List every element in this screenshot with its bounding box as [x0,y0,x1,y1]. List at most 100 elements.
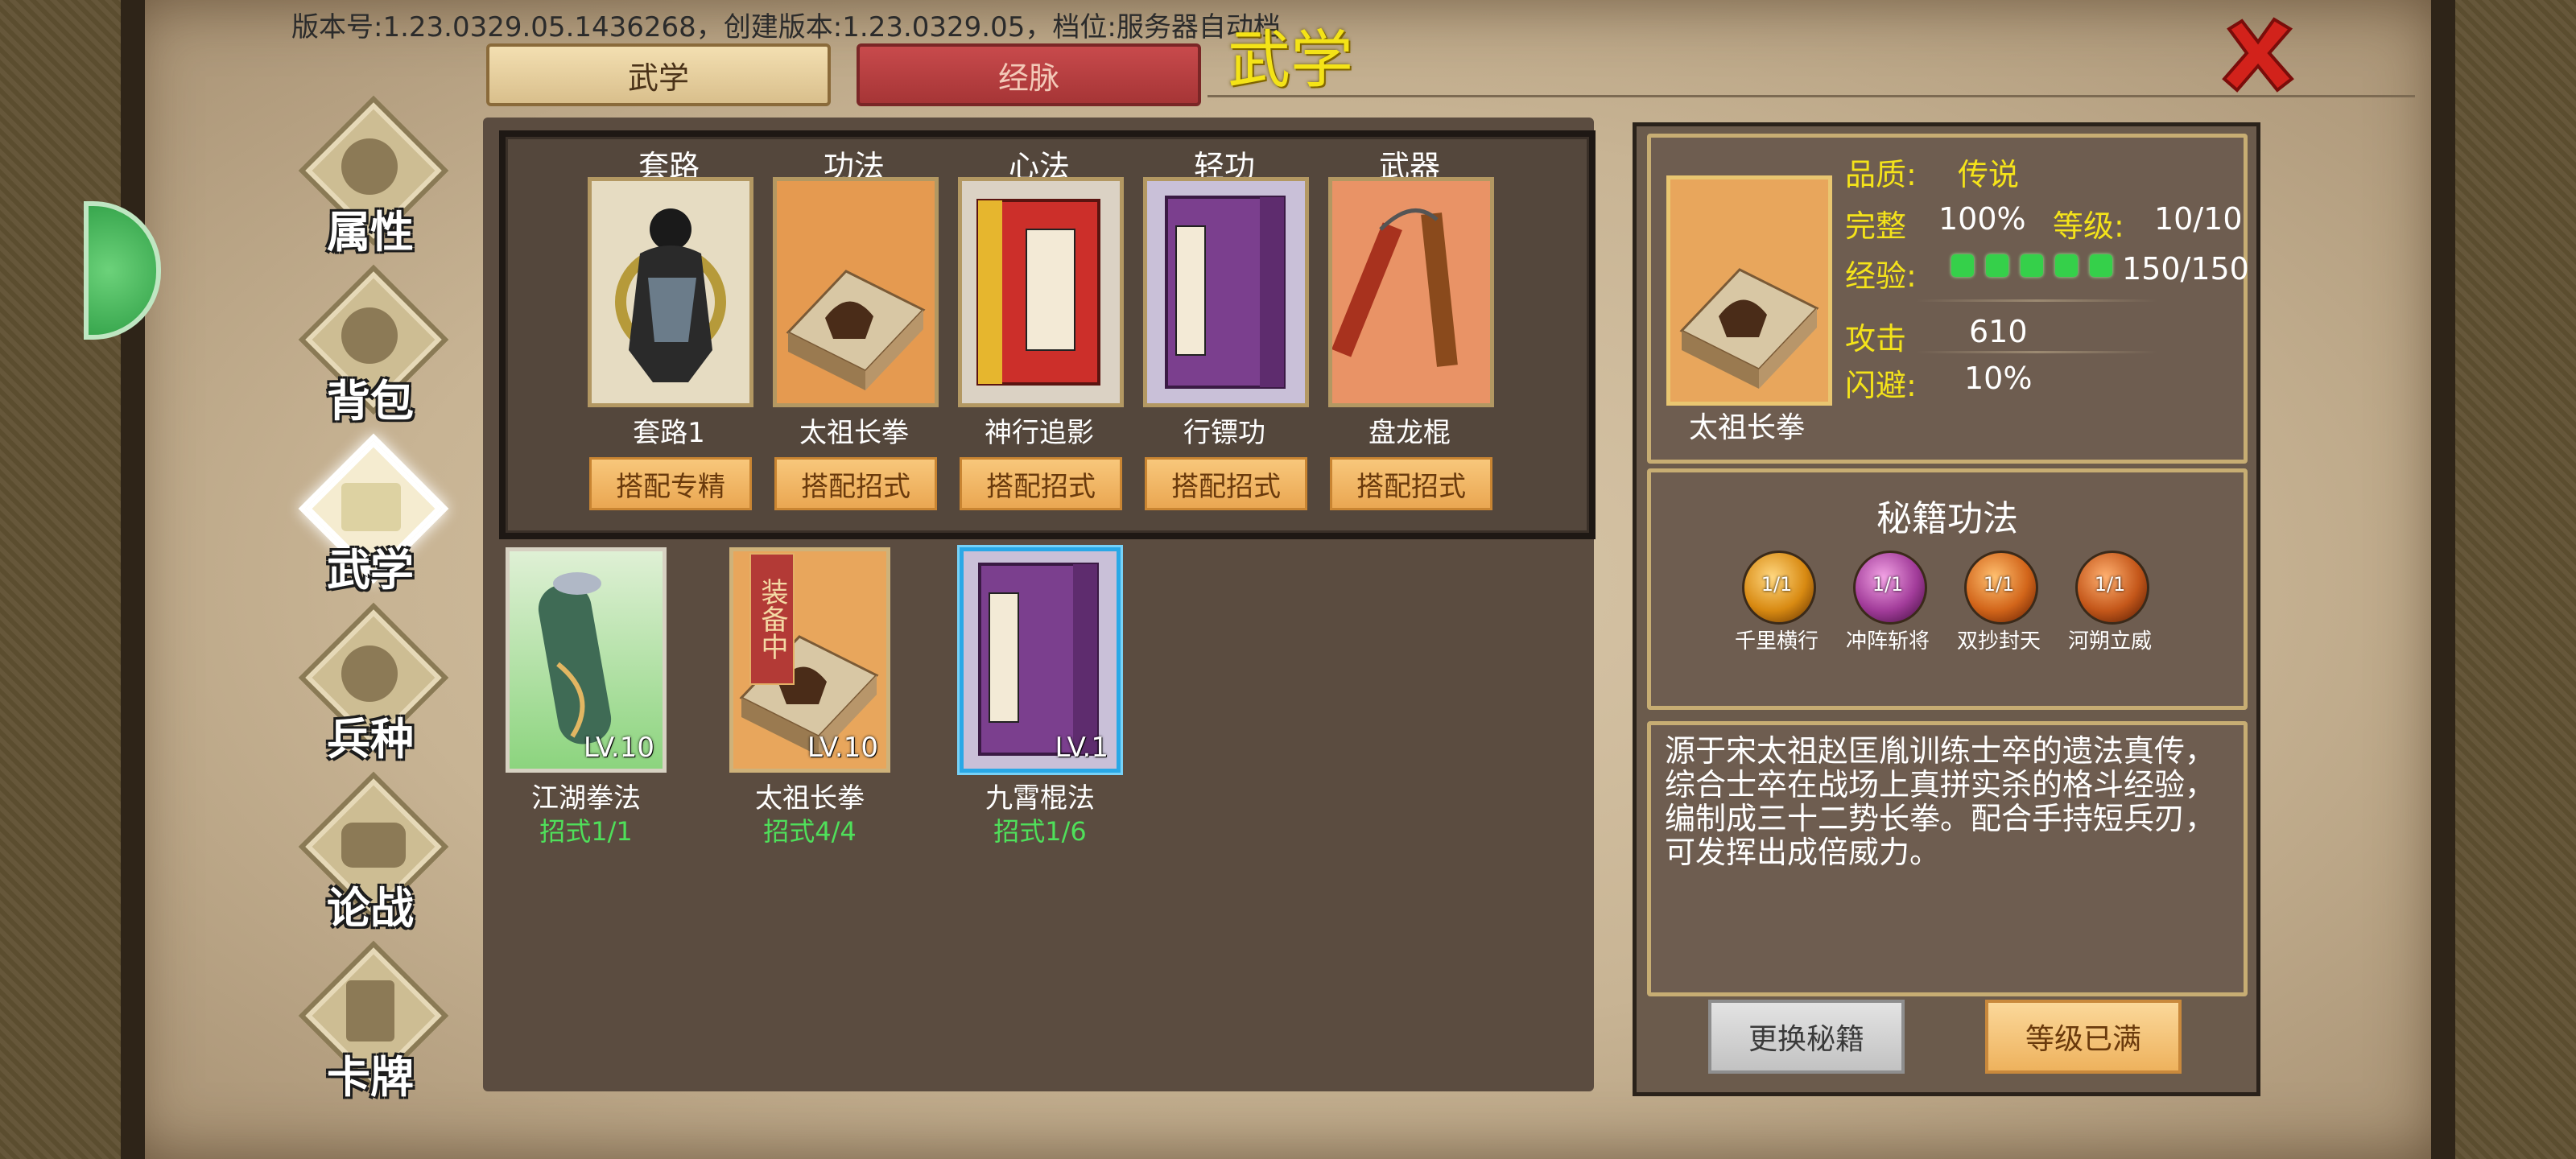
skill-name: 千里横行 [1734,629,1818,654]
inventory-level: LV.10 [807,732,878,764]
nav-label: 卡牌 [327,1052,414,1103]
inventory-moves: 招式1/6 [993,816,1087,847]
red-book-icon [962,181,1120,403]
slot-card[interactable] [1328,177,1494,407]
skill-count: 1/1 [2094,573,2126,596]
bag-icon [341,307,398,364]
inventory-card: LV.1 [960,547,1121,773]
nav-item-attributes[interactable]: 属性 [290,95,451,258]
match-moves-button[interactable]: 搭配招式 [1330,457,1492,510]
inventory-name: 九霄棍法 [985,782,1095,815]
slot-card[interactable] [588,177,753,407]
nav-label: 兵种 [327,714,414,765]
dodge-value: 10% [1964,361,2033,396]
stat-divider [1916,299,2157,302]
manual-book-icon [1679,268,1819,389]
nav-item-debate[interactable]: 论战 [290,771,451,934]
nunchaku-icon [1332,181,1490,403]
close-icon[interactable] [2218,14,2298,95]
parchment-edge-right [2431,0,2455,1159]
inventory-level: LV.1 [1055,732,1108,764]
match-moves-button[interactable]: 搭配招式 [774,457,937,510]
complete-value: 100% [1938,201,2026,237]
slot-name: 套路1 [633,417,705,449]
slot-card[interactable] [773,177,939,407]
warrior-portrait-icon [592,181,749,403]
slot-name: 神行追影 [985,417,1094,449]
secret-skill[interactable]: 1/1 河朔立威 [2058,551,2162,655]
exp-pip [2090,254,2112,277]
inventory-item[interactable]: 装备中 LV.10 太祖长拳 招式4/4 [729,547,890,853]
slot-name: 行镖功 [1183,417,1265,449]
match-moves-button[interactable]: 搭配招式 [960,457,1122,510]
exp-pip [2055,254,2078,277]
parchment-edge-left [121,0,145,1159]
attack-value: 610 [1969,314,2028,349]
version-info: 版本号:1.23.0329.05.1436268，创建版本:1.23.0329.… [291,11,1281,43]
manual-book-icon [777,181,935,403]
cards-icon [346,980,394,1041]
detail-card [1666,175,1832,406]
nav-item-troops[interactable]: 兵种 [290,602,451,765]
match-moves-button[interactable]: 搭配招式 [1145,457,1307,510]
secret-skill[interactable]: 1/1 双抄封天 [1946,551,2051,655]
slot-name: 太祖长拳 [799,417,909,449]
slot-routine: 套路 套路1 搭配专精 [584,137,753,523]
nav-label: 论战 [327,883,414,934]
nav-label: 武学 [327,545,414,596]
level-value: 10/10 [2154,201,2243,237]
match-specialty-button[interactable]: 搭配专精 [589,457,752,510]
skill-count: 1/1 [1983,573,2015,596]
skill-name: 双抄封天 [1956,629,2041,654]
person-icon [341,138,398,195]
exp-label: 经验: [1845,258,1917,294]
quality-value: 传说 [1958,157,2020,192]
level-maxed-button[interactable]: 等级已满 [1985,1000,2182,1074]
skill-count: 1/1 [1761,573,1793,596]
slot-card[interactable] [958,177,1124,407]
secret-skill[interactable]: 1/1 千里横行 [1724,551,1829,655]
inventory-moves: 招式4/4 [763,816,857,847]
quality-label: 品质: [1845,157,1917,192]
exp-pip [1951,254,1974,277]
complete-label: 完整 [1845,208,1907,244]
nav-label: 属性 [327,207,414,258]
header-divider [1208,95,2415,97]
change-secret-button[interactable]: 更换秘籍 [1708,1000,1905,1074]
nav-item-cards[interactable]: 卡牌 [290,940,451,1103]
nav-label: 背包 [327,376,414,427]
slot-weapon: 武器 盘龙棍 搭配招式 [1325,137,1494,523]
purple-book-icon [1147,181,1305,403]
tab-jingmai[interactable]: 经脉 [857,43,1201,106]
page-title: 武学 [1228,24,1354,97]
inventory-name: 太祖长拳 [755,782,865,815]
skill-name: 冲阵斩将 [1845,629,1930,654]
exp-value: 150/150 [2122,251,2249,287]
inventory-item[interactable]: LV.10 江湖拳法 招式1/1 [506,547,667,853]
slot-lightness: 轻功 行镖功 搭配招式 [1140,137,1309,523]
exp-pip [1986,254,2008,277]
attack-label: 攻击 [1845,321,1907,357]
inventory-level: LV.10 [583,732,654,764]
nav-item-martial-arts[interactable]: 武学 [290,433,451,596]
skill-name: 河朔立威 [2067,629,2152,654]
stat-divider [1916,351,2157,353]
inventory-item[interactable]: LV.1 九霄棍法 招式1/6 [960,547,1121,853]
secret-skill[interactable]: 1/1 冲阵斩将 [1835,551,1940,655]
tab-wuxue[interactable]: 武学 [486,43,831,106]
inventory-name: 江湖拳法 [531,782,641,815]
inventory-moves: 招式1/1 [539,816,633,847]
slot-mind: 心法 神行追影 搭配招式 [955,137,1124,523]
slot-card[interactable] [1143,177,1309,407]
level-label: 等级: [2053,208,2124,244]
book-icon [341,483,401,531]
description-text: 源于宋太祖赵匡胤训练士卒的遗法真传，综合士卒在战场上真拼实杀的格斗经验，编制成三… [1665,733,2216,870]
slot-name: 盘龙棍 [1368,417,1451,449]
equipped-badge: 装备中 [749,553,795,685]
detail-name: 太祖长拳 [1688,411,1805,444]
exp-pip [2021,254,2043,277]
slot-technique: 功法 太祖长拳 搭配招式 [770,137,939,523]
secrets-title: 秘籍功法 [1876,498,2018,539]
nav-item-bag[interactable]: 背包 [290,264,451,427]
cavalry-icon [341,645,398,702]
